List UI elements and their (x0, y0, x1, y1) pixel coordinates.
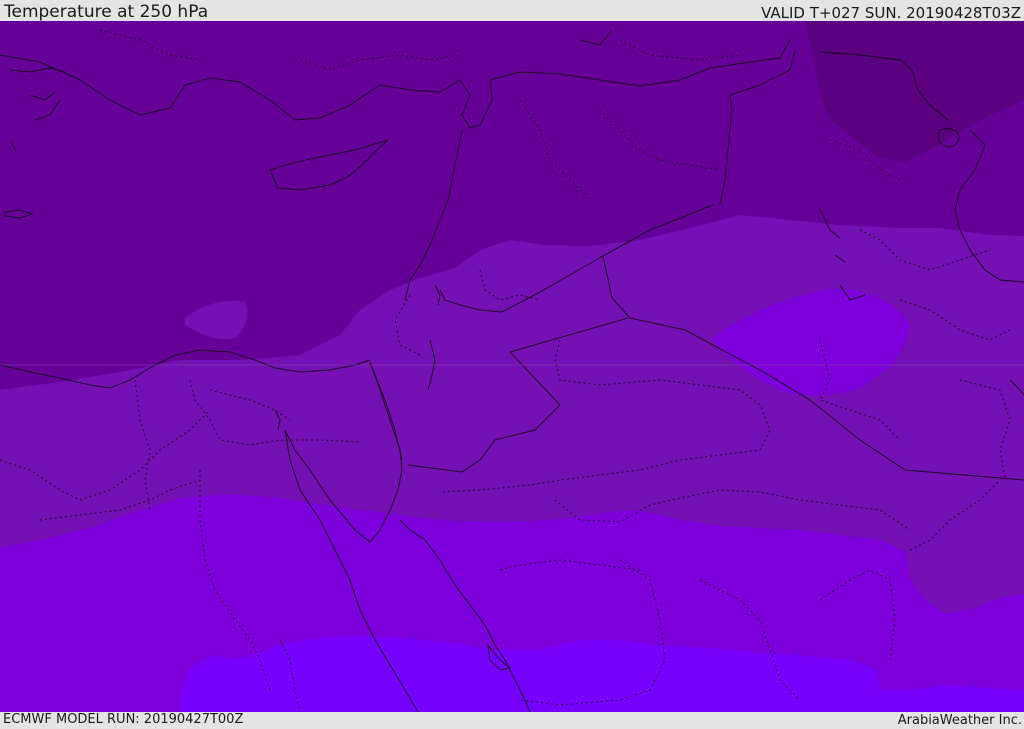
header-bar: Temperature at 250 hPa VALID T+027 SUN. … (0, 0, 1024, 21)
model-run-label: ECMWF MODEL RUN: 20190427T00Z (3, 712, 244, 727)
temperature-map[interactable] (0, 21, 1024, 712)
credit-label: ArabiaWeather Inc. (897, 713, 1022, 728)
map-title: Temperature at 250 hPa (4, 2, 209, 22)
footer-bar: ECMWF MODEL RUN: 20190427T00Z ArabiaWeat… (0, 712, 1024, 729)
valid-time: VALID T+027 SUN. 20190428T03Z (761, 4, 1021, 22)
